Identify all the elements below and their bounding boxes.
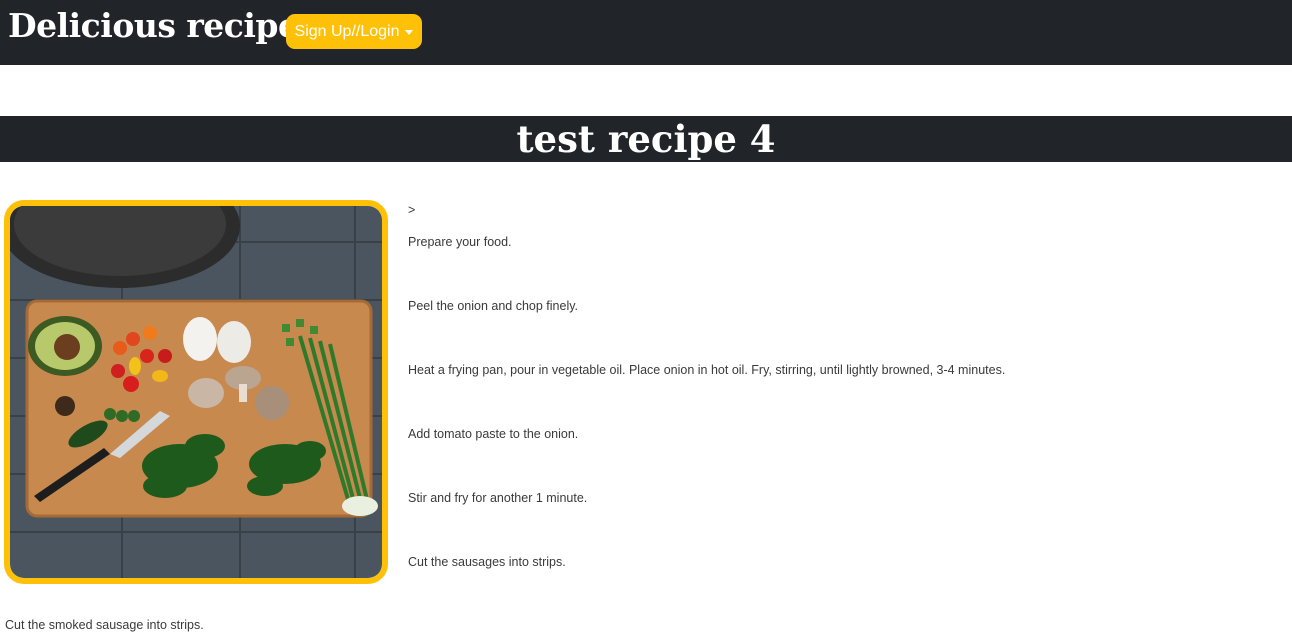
step-item: Heat a frying pan, pour in vegetable oil…	[408, 363, 1006, 377]
signup-login-dropdown-button[interactable]: Sign Up//Login	[286, 14, 422, 49]
brand-logo[interactable]: Delicious recipes	[8, 6, 317, 45]
recipe-image	[4, 200, 388, 584]
recipe-photo-illustration	[10, 206, 382, 578]
recipe-title: test recipe 4	[516, 117, 776, 161]
step-item: Peel the onion and chop finely.	[408, 299, 579, 313]
step-item: Cut the sausages into strips.	[408, 555, 566, 569]
step-item: Add tomato paste to the onion.	[408, 427, 579, 441]
steps-marker: >	[408, 203, 416, 217]
step-item: Cut the smoked sausage into strips.	[5, 618, 204, 632]
step-item: Prepare your food.	[408, 235, 512, 249]
signup-login-label: Sign Up//Login	[294, 22, 400, 40]
step-item: Stir and fry for another 1 minute.	[408, 491, 588, 505]
caret-down-icon	[405, 30, 414, 35]
